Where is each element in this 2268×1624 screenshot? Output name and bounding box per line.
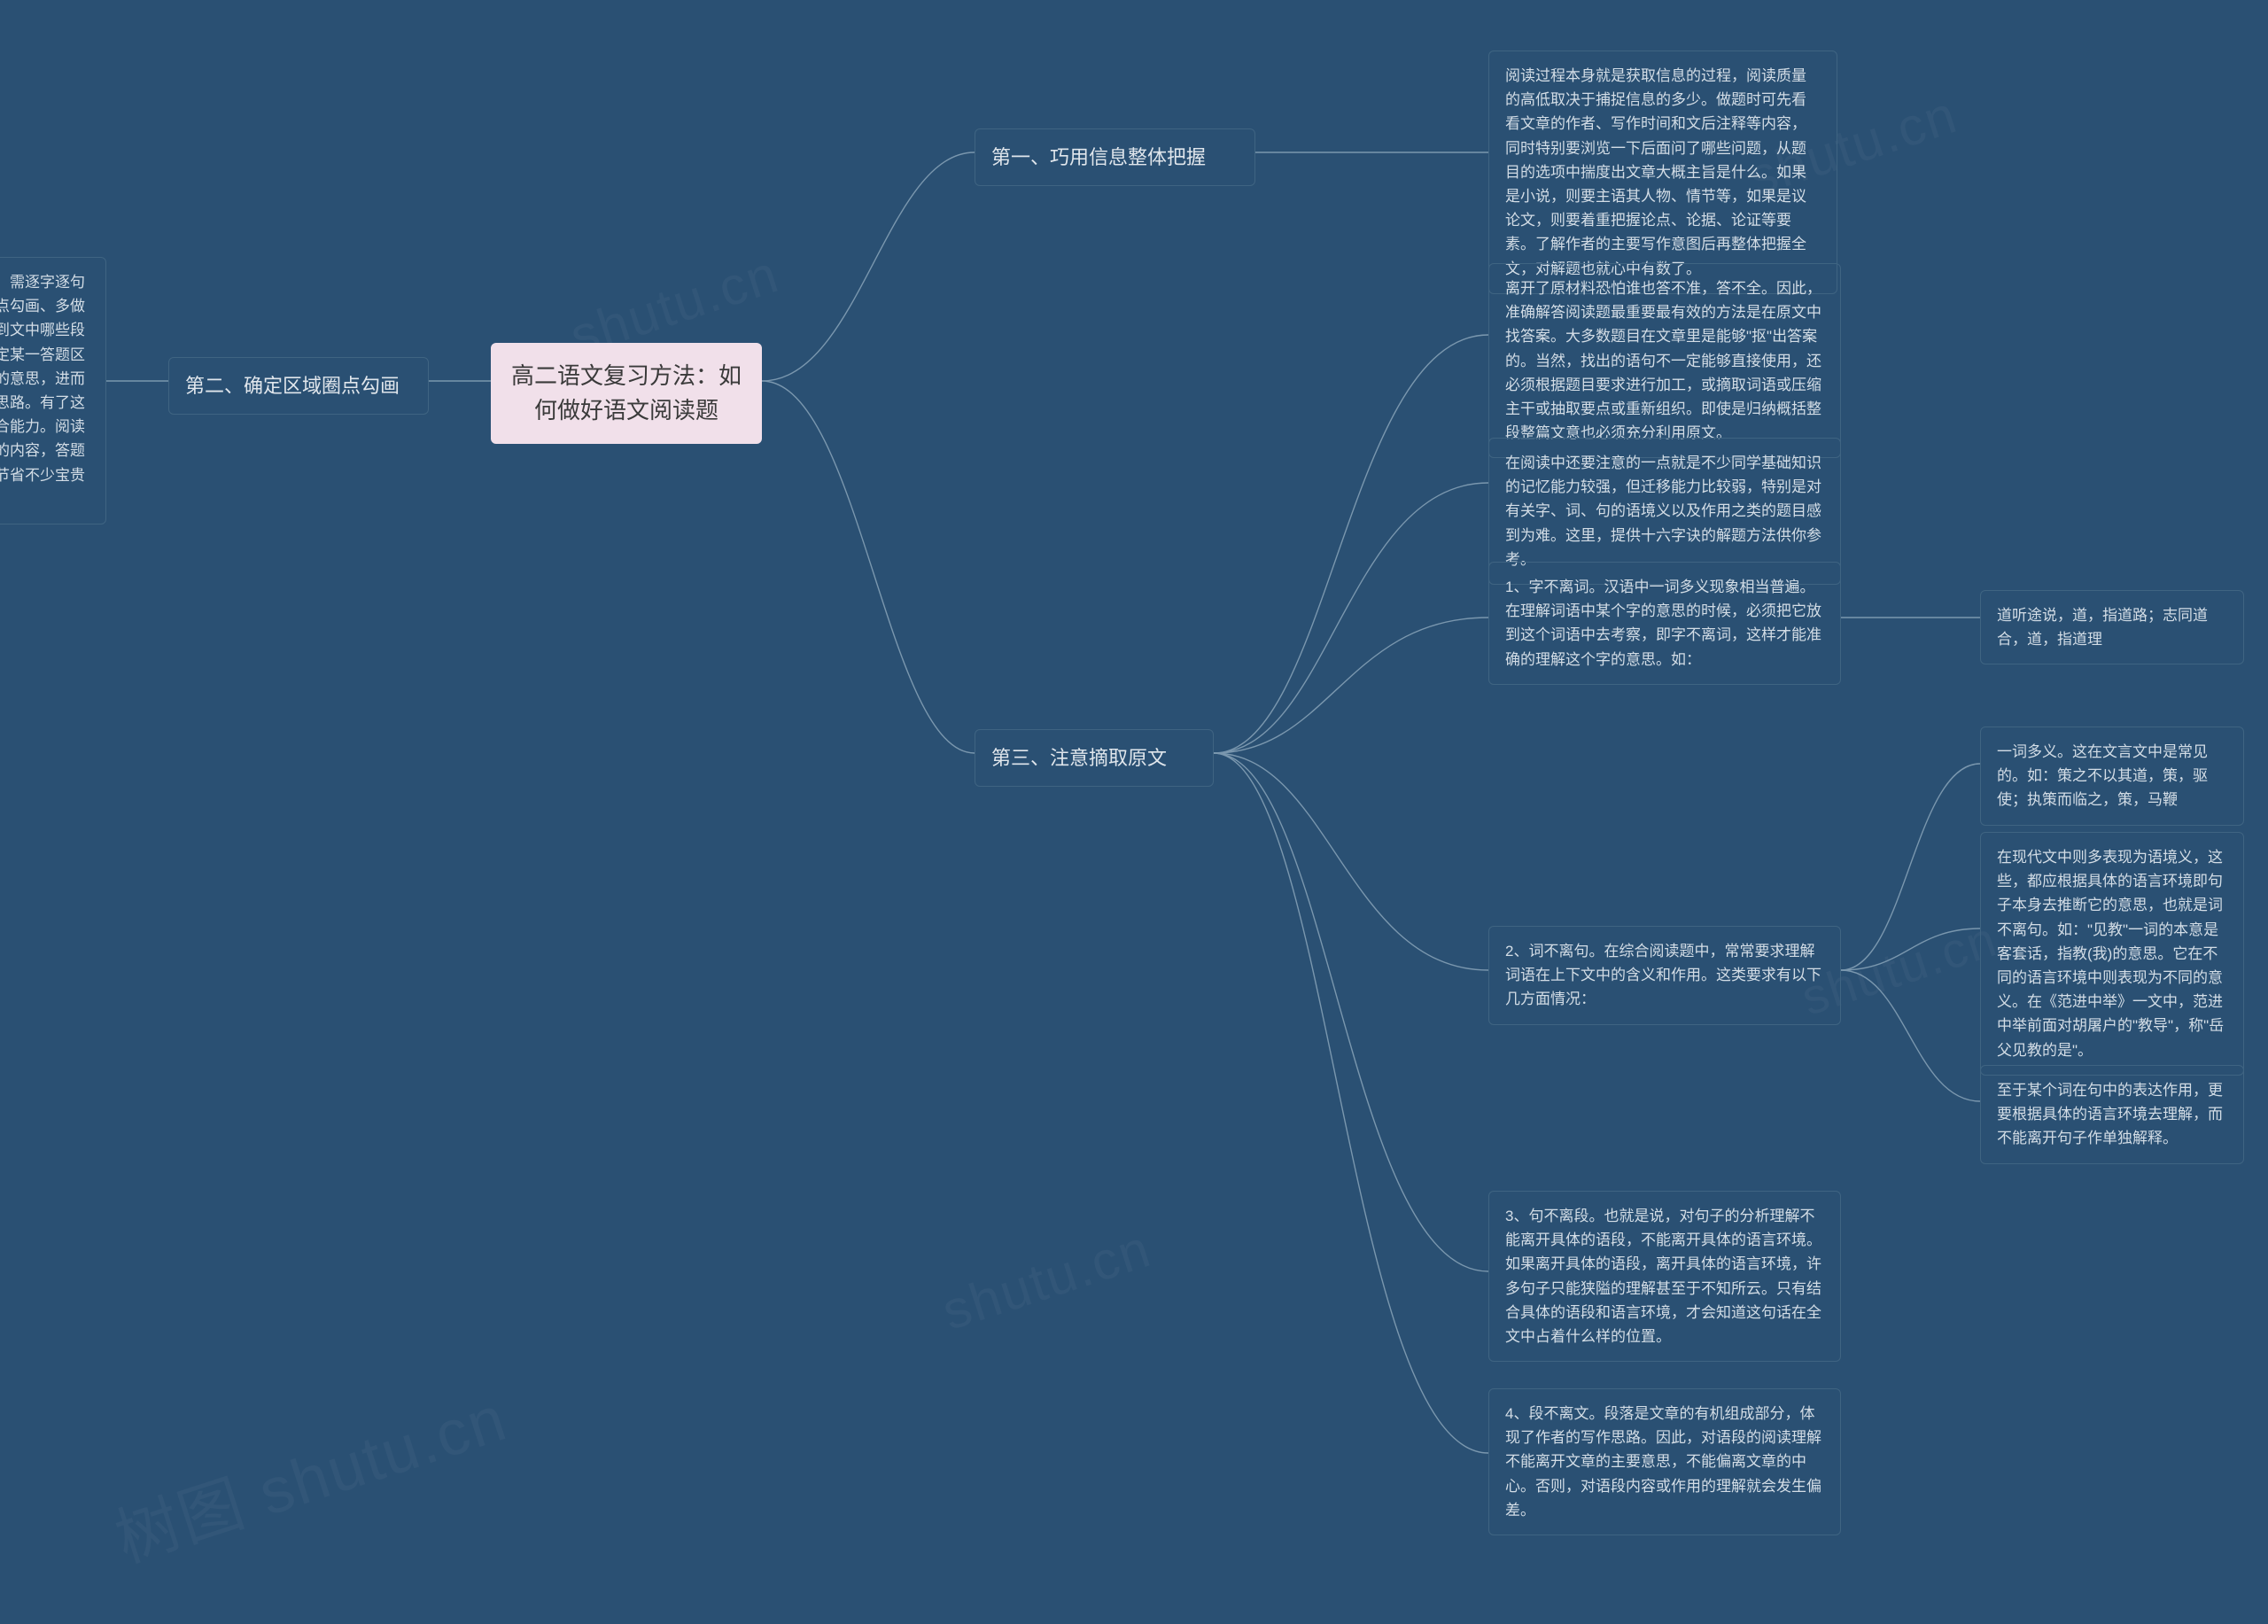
b3-c2-text: 在阅读中还要注意的一点就是不少同学基础知识的记忆能力较强，但迁移能力比较弱，特别…	[1505, 455, 1821, 568]
branch1-node[interactable]: 第一、巧用信息整体把握	[975, 128, 1255, 186]
b3-c6[interactable]: 4、段不离文。段落是文章的有机组成部分，体现了作者的写作思路。因此，对语段的阅读…	[1488, 1388, 1841, 1535]
branch1-detail-text: 阅读过程本身就是获取信息的过程，阅读质量的高低取决于捕捉信息的多少。做题时可先看…	[1505, 67, 1806, 277]
branch1-title: 第一、巧用信息整体把握	[991, 146, 1206, 168]
branch1-detail[interactable]: 阅读过程本身就是获取信息的过程，阅读质量的高低取决于捕捉信息的多少。做题时可先看…	[1488, 51, 1837, 294]
b3-c5-text: 3、句不离段。也就是说，对句子的分析理解不能离开具体的语段，不能离开具体的语言环…	[1505, 1208, 1821, 1345]
b3-c5[interactable]: 3、句不离段。也就是说，对句子的分析理解不能离开具体的语段，不能离开具体的语言环…	[1488, 1191, 1841, 1362]
root-title: 高二语文复习方法：如何做好语文阅读题	[511, 362, 742, 423]
b3-c4-s3-text: 至于某个词在句中的表达作用，更要根据具体的语言环境去理解，而不能离开句子作单独解…	[1997, 1082, 2223, 1146]
root-node[interactable]: 高二语文复习方法：如何做好语文阅读题	[491, 343, 762, 444]
branch2-detail-text: 阅读大段文章主要用精读的方法，需逐字逐句推敲揣摩，故平时练习要养成圈点勾画、多做…	[0, 274, 85, 508]
branch2-node[interactable]: 第二、确定区域圈点勾画	[168, 357, 429, 415]
connectors-layer	[0, 0, 2268, 1624]
b3-c3-sub[interactable]: 道听途说，道，指道路；志同道合，道，指道理	[1980, 590, 2244, 664]
branch2-detail[interactable]: 阅读大段文章主要用精读的方法，需逐字逐句推敲揣摩，故平时练习要养成圈点勾画、多做…	[0, 257, 106, 524]
b3-c3-text: 1、字不离词。汉语中一词多义现象相当普遍。在理解词语中某个字的意思的时候，必须把…	[1505, 579, 1821, 668]
branch2-title: 第二、确定区域圈点勾画	[185, 375, 400, 397]
b3-c4-s1[interactable]: 一词多义。这在文言文中是常见的。如：策之不以其道，策，驱使；执策而临之，策，马鞭	[1980, 727, 2244, 826]
branch3-title: 第三、注意摘取原文	[991, 747, 1167, 769]
b3-c4[interactable]: 2、词不离句。在综合阅读题中，常常要求理解词语在上下文中的含义和作用。这类要求有…	[1488, 926, 1841, 1025]
b3-c1-text: 离开了原材料恐怕谁也答不准，答不全。因此，准确解答阅读题最重要最有效的方法是在原…	[1505, 280, 1821, 441]
b3-c6-text: 4、段不离文。段落是文章的有机组成部分，体现了作者的写作思路。因此，对语段的阅读…	[1505, 1405, 1821, 1519]
b3-c4-s2-text: 在现代文中则多表现为语境义，这些，都应根据具体的语言环境即句子本身去推断它的意思…	[1997, 849, 2224, 1059]
branch3-node[interactable]: 第三、注意摘取原文	[975, 729, 1214, 787]
b3-c4-s2[interactable]: 在现代文中则多表现为语境义，这些，都应根据具体的语言环境即句子本身去推断它的意思…	[1980, 832, 2244, 1076]
b3-c1[interactable]: 离开了原材料恐怕谁也答不准，答不全。因此，准确解答阅读题最重要最有效的方法是在原…	[1488, 263, 1841, 458]
b3-c4-s1-text: 一词多义。这在文言文中是常见的。如：策之不以其道，策，驱使；执策而临之，策，马鞭	[1997, 743, 2208, 808]
b3-c3-sub-text: 道听途说，道，指道路；志同道合，道，指道理	[1997, 607, 2208, 648]
b3-c4-s3[interactable]: 至于某个词在句中的表达作用，更要根据具体的语言环境去理解，而不能离开句子作单独解…	[1980, 1065, 2244, 1164]
b3-c3[interactable]: 1、字不离词。汉语中一词多义现象相当普遍。在理解词语中某个字的意思的时候，必须把…	[1488, 562, 1841, 685]
b3-c4-text: 2、词不离句。在综合阅读题中，常常要求理解词语在上下文中的含义和作用。这类要求有…	[1505, 943, 1821, 1007]
